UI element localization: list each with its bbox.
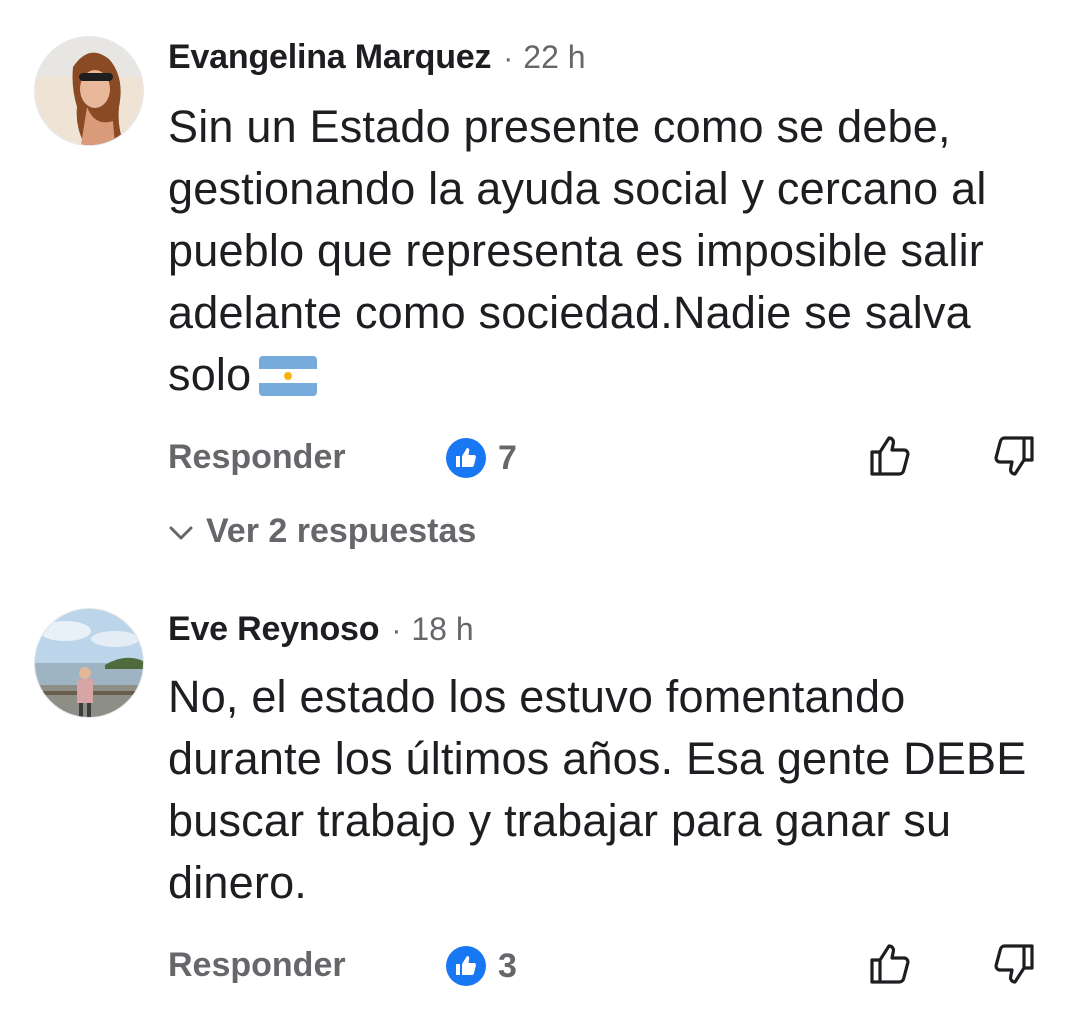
comment-header: Evangelina Marquez · 22 h [168,38,586,77]
reaction-count: 7 [498,438,517,477]
thumbs-down-icon[interactable] [990,940,1038,988]
avatar[interactable] [34,608,144,718]
like-icon [446,946,486,986]
avatar[interactable] [34,36,144,146]
reaction-summary[interactable]: 7 [446,438,517,478]
timestamp[interactable]: 18 h [411,611,473,648]
separator: · [391,614,402,647]
comment-actions: Responder 7 [0,428,1080,488]
author-name[interactable]: Eve Reynoso [168,610,380,649]
view-replies-button[interactable]: Ver 2 respuestas [168,512,476,551]
separator: · [503,42,514,75]
reaction-count: 3 [498,946,517,985]
argentina-flag-icon [259,350,318,412]
author-name[interactable]: Evangelina Marquez [168,38,491,77]
reply-button[interactable]: Responder [168,438,346,477]
comment-actions: Responder 3 [0,936,1080,996]
thumbs-up-icon[interactable] [866,940,914,988]
reaction-summary[interactable]: 3 [446,946,517,986]
thumbs-up-icon[interactable] [866,432,914,480]
reply-button[interactable]: Responder [168,946,346,985]
like-icon [446,438,486,478]
comment-header: Eve Reynoso · 18 h [168,610,474,649]
timestamp[interactable]: 22 h [523,39,585,76]
view-replies-label: Ver 2 respuestas [206,512,477,550]
comment-text: No, el estado los estuvo fomentando dura… [168,666,1058,914]
thumbs-down-icon[interactable] [990,432,1038,480]
comment-text: Sin un Estado presente como se debe, ges… [168,96,1058,412]
chevron-down-icon [168,512,194,551]
comment-text-content: No, el estado los estuvo fomentando dura… [168,671,1027,908]
